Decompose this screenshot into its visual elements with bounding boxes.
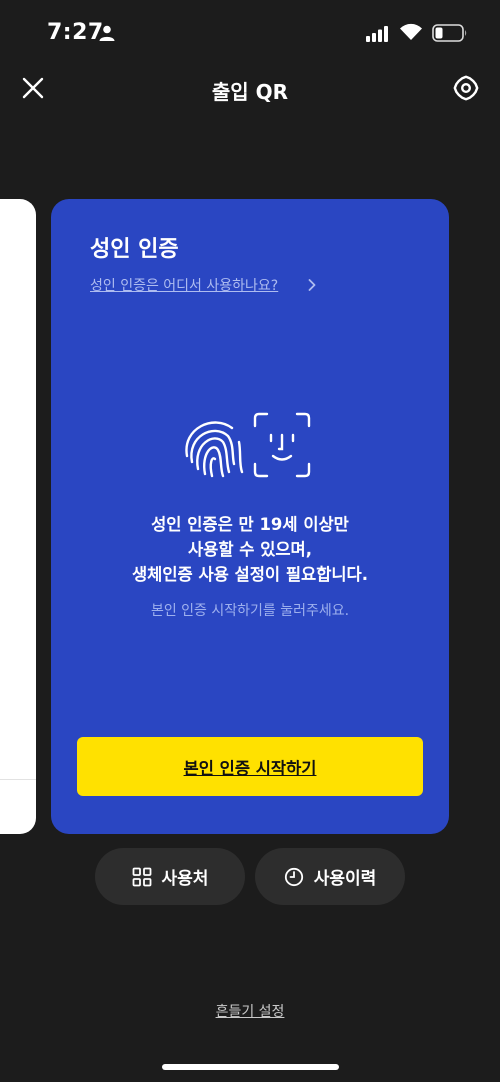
instruction-hint: 본인 인증 시작하기를 눌러주세요. [150,603,350,619]
places-button[interactable]: 사용처 [95,848,245,905]
message-line-1: 성인 인증은 만 19세 이상만 [151,515,349,534]
wifi-icon [400,23,422,40]
app-header: 출입 QR [0,66,500,112]
message-line-2: 사용할 수 있으며, [187,540,313,559]
grid-icon [132,867,151,886]
fingerprint-face-id-icon [185,412,311,478]
chevron-right-icon[interactable] [308,279,316,291]
history-label: 사용이력 [313,869,377,889]
divider [0,779,36,780]
usage-info-link[interactable]: 성인 인증은 어디서 사용하나요? [90,275,278,295]
history-button[interactable]: 사용이력 [255,848,405,905]
status-bar: 7:27 [0,0,500,66]
message-line-3: 생체인증 사용 설정이 필요합니다. [131,565,369,584]
gear-icon[interactable] [451,73,481,103]
clock-icon [284,867,303,886]
person-icon [99,25,115,41]
home-indicator[interactable] [162,1064,339,1070]
battery-icon [432,24,467,42]
start-verification-button[interactable]: 본인 인증 시작하기 [77,737,423,796]
status-time: 7:27 [47,20,104,45]
cellular-signal-icon [366,26,388,42]
adult-verification-card: 성인 인증 성인 인증은 어디서 사용하나요? 성인 인증은 만 19세 이상만… [51,199,449,834]
places-label: 사용처 [161,869,209,889]
card-title: 성인 인증 [90,237,179,262]
shake-setting-link[interactable]: 흔들기 설정 [0,1001,500,1021]
previous-card[interactable] [0,199,36,834]
page-title: 출입 QR [211,80,289,104]
